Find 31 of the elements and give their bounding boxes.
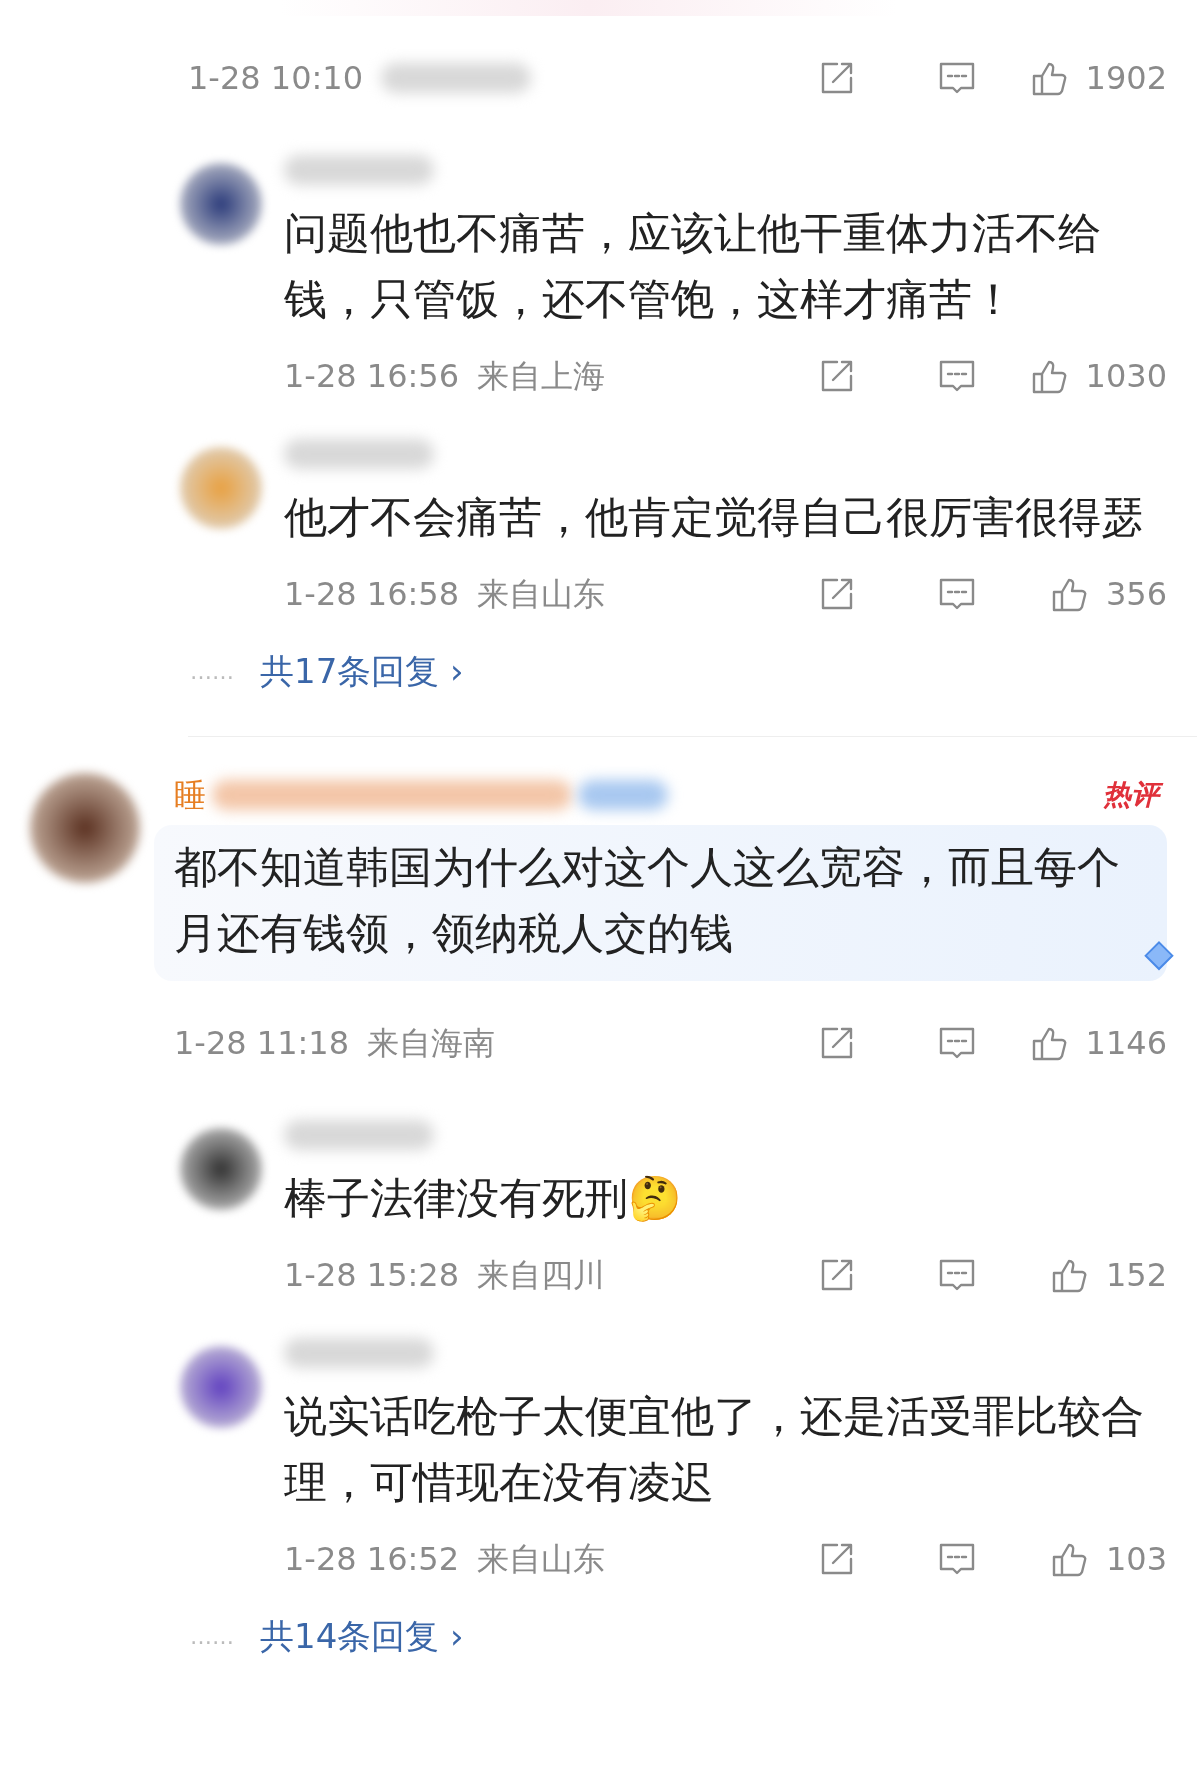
location-text: 来自上海 — [477, 356, 605, 397]
timestamp: 1-28 15:28 — [284, 1255, 459, 1296]
reply-text: 说实话吃枪子太便宜他了，还是活受罪比较合理，可惜现在没有凌迟 — [284, 1390, 1145, 1509]
like-count: 356 — [1105, 574, 1167, 615]
location-text: 来自山东 — [477, 1539, 605, 1580]
timestamp: 1-28 10:10 — [188, 58, 363, 99]
timestamp: 1-28 11:18 — [174, 1023, 349, 1064]
location-text: 来自海南 — [367, 1023, 495, 1064]
avatar[interactable] — [180, 1128, 262, 1210]
location-text: 来自四川 — [477, 1255, 605, 1296]
timestamp: 1-28 16:52 — [284, 1539, 459, 1580]
ellipsis-text: …… — [190, 1622, 234, 1651]
like-count: 1902 — [1085, 58, 1167, 99]
like-count: 1146 — [1085, 1023, 1167, 1064]
location-text: 来自山东 — [477, 574, 605, 615]
comment-text: 都不知道韩国为什么对这个人这么宽容，而且每个月还有钱领，领纳税人交的钱 — [174, 841, 1121, 960]
reply-text: 问题他也不痛苦，应该让他干重体力活不给钱，只管饭，还不管饱，这样才痛苦！ — [284, 207, 1102, 326]
avatar[interactable] — [180, 1346, 262, 1428]
more-replies-link[interactable]: 共17条回复 › — [260, 645, 464, 697]
timestamp: 1-28 16:56 — [284, 356, 459, 397]
timestamp: 1-28 16:58 — [284, 574, 459, 615]
reply-text: 他才不会痛苦，他肯定觉得自己很厉害很得瑟 — [284, 491, 1145, 544]
avatar[interactable] — [180, 163, 262, 245]
avatar[interactable] — [30, 773, 140, 883]
like-count: 103 — [1105, 1539, 1167, 1580]
hot-comment-tag: 热评 — [1095, 775, 1167, 815]
like-count: 152 — [1105, 1255, 1167, 1296]
reply-text: 棒子法律没有死刑🤔 — [284, 1172, 683, 1225]
like-count: 1030 — [1085, 356, 1167, 397]
ellipsis-text: …… — [190, 657, 234, 686]
more-replies-link[interactable]: 共14条回复 › — [260, 1610, 464, 1662]
